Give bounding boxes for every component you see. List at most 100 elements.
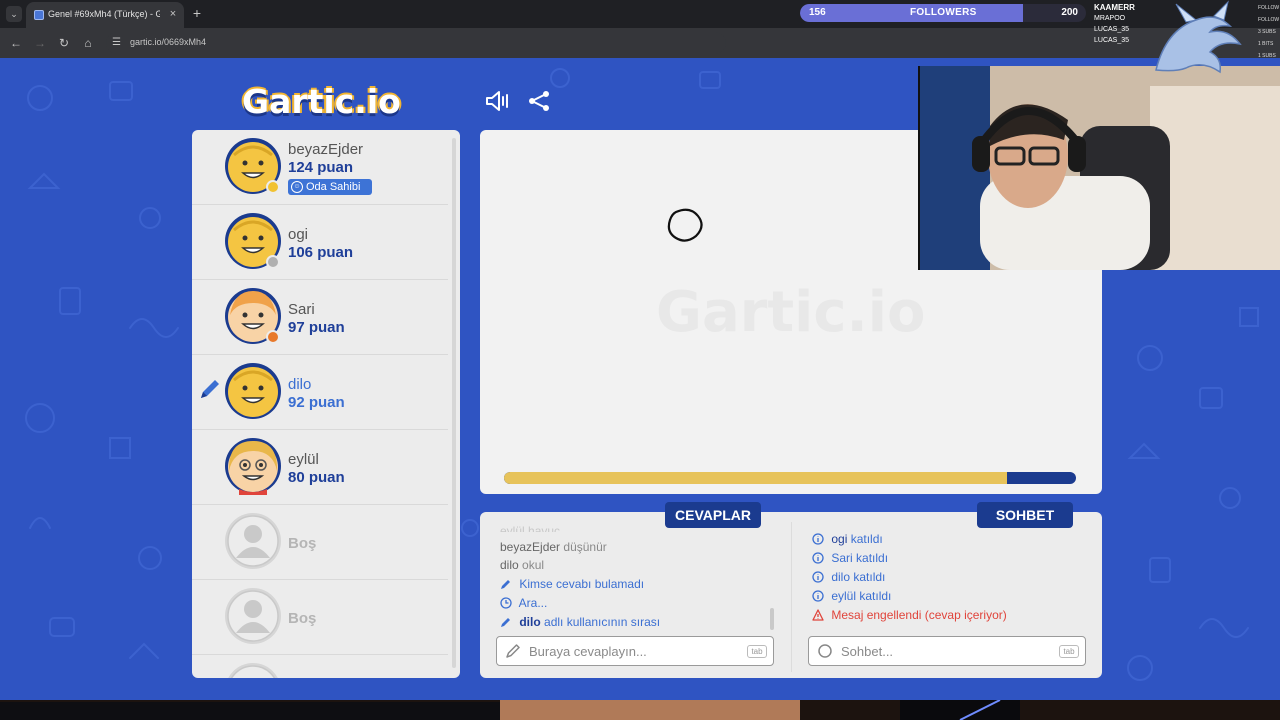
side-label: FOLLOW [1258, 17, 1280, 23]
followers-goal: 200 [1061, 7, 1078, 18]
message-text: okul [522, 558, 545, 572]
player-name: beyazEjder [288, 141, 364, 158]
empty-slot-label: Boş [288, 610, 317, 627]
players-scrollbar[interactable] [452, 138, 456, 668]
empty-slot: Boş [192, 505, 448, 580]
chat-text: katıldı [850, 532, 883, 546]
site-info-icon[interactable]: ☰ [112, 36, 126, 50]
player-name: eylül [288, 451, 319, 468]
empty-avatar-icon [225, 588, 281, 644]
players-panel: beyazEjder 124 puan ☺ Oda Sahibi ogi 106… [192, 130, 460, 678]
desk-camera-strip [0, 700, 1280, 720]
url-text: gartic.io/0669xMh4 [130, 37, 207, 47]
message-text: düşünür [563, 540, 607, 554]
answer-message: beyazEjder düşünür [500, 540, 607, 554]
answers-scrollbar[interactable] [770, 608, 774, 630]
info-icon [812, 533, 824, 545]
webcam-feed [920, 66, 1280, 270]
logo-text: Gartic.io [242, 82, 401, 121]
system-text: Kimse cevabı bulamadı [519, 577, 645, 591]
system-text: Ara... [518, 596, 548, 610]
tab-key-hint: tab [747, 645, 767, 658]
empty-avatar-icon [225, 513, 281, 569]
empty-slot-label: Boş [288, 535, 317, 552]
back-arrow-icon[interactable]: ← [8, 35, 24, 51]
keyboard-strip-image [0, 700, 1280, 720]
dragon-overlay-icon [1155, 0, 1242, 74]
browser-toolbar: ← → ↻ ⌂ ☰ gartic.io/0669xMh4 [0, 28, 1280, 58]
followers-label: FOLLOWERS [910, 7, 977, 18]
player-item[interactable]: ogi 106 puan [192, 205, 448, 280]
chat-message: eylül katıldı [812, 589, 891, 603]
system-message: Ara... [500, 596, 547, 610]
round-timer-fill [504, 472, 1008, 484]
side-label: 3 SUBS [1258, 29, 1276, 35]
empty-slot [192, 655, 448, 678]
player-item[interactable]: Sari 97 puan [192, 280, 448, 355]
chat-text: katıldı [859, 589, 892, 603]
followers-goal-bar: 156 FOLLOWERS 200 [800, 4, 1086, 22]
tab-close-button[interactable]: × [166, 7, 180, 21]
side-label: 1 BITS [1258, 41, 1274, 47]
system-message: Kimse cevabı bulamadı [500, 577, 644, 591]
answer-input[interactable] [529, 642, 729, 660]
player-item[interactable]: beyazEjder 124 puan ☺ Oda Sahibi [192, 130, 448, 205]
chat-user: eylül [831, 589, 857, 603]
answer-faded-line: eylül havuç [500, 524, 561, 532]
browser-tab[interactable]: Genel #69xMh4 (Türkçe) - Gartic × [26, 2, 184, 28]
avatar [225, 288, 281, 344]
chat-user: dilo [831, 570, 851, 584]
new-tab-button[interactable]: + [190, 6, 204, 20]
pencil-icon [501, 580, 510, 589]
clock-icon [500, 597, 512, 609]
tab-list-button[interactable]: ⌄ [6, 6, 22, 22]
tab-answers[interactable]: CEVAPLAR [665, 502, 761, 528]
drawing-stroke [667, 208, 703, 242]
empty-slot: Boş [192, 580, 448, 655]
chat-text: katıldı [853, 570, 886, 584]
home-icon[interactable]: ⌂ [80, 35, 96, 51]
avatar [225, 363, 281, 419]
address-bar[interactable]: ☰ gartic.io/0669xMh4 [106, 32, 726, 54]
pencil-icon [501, 618, 510, 627]
player-name: ogi [288, 226, 309, 243]
share-icon[interactable] [527, 90, 551, 112]
answer-input-box[interactable]: tab [496, 636, 774, 666]
tab-strip: ⌄ Genel #69xMh4 (Türkçe) - Gartic × + [0, 0, 1280, 28]
tab-chat[interactable]: SOHBET [977, 502, 1073, 528]
chat-bubble-icon [818, 644, 832, 658]
warning-text: Mesaj engellendi (cevap içeriyor) [831, 608, 1007, 622]
player-score: 97 puan [288, 319, 345, 336]
chat-message: ogi katıldı [812, 532, 883, 546]
info-icon [812, 571, 824, 583]
chat-input[interactable] [841, 642, 1041, 660]
chat-user: Sari [831, 551, 853, 565]
message-user: beyazEjder [500, 540, 561, 554]
chat-input-box[interactable]: tab [808, 636, 1086, 666]
forward-arrow-icon[interactable]: → [32, 35, 48, 51]
player-score: 124 puan [288, 159, 354, 176]
player-item-drawing[interactable]: dilo 92 puan [192, 355, 448, 430]
info-icon [812, 552, 824, 564]
browser-chrome: ⌄ Genel #69xMh4 (Türkçe) - Gartic × + ← … [0, 0, 1280, 58]
info-icon [812, 590, 824, 602]
followers-current: 156 [809, 7, 826, 18]
pencil-icon [201, 380, 219, 398]
tab-key-hint: tab [1059, 645, 1079, 658]
owner-badge-label: Oda Sahibi [306, 181, 361, 193]
chat-user: ogi [831, 532, 848, 546]
round-timer-bar [504, 472, 1076, 484]
player-name: dilo [288, 376, 312, 393]
player-item[interactable]: eylül 80 puan [192, 430, 448, 505]
avatar [225, 138, 281, 194]
message-user: dilo [500, 558, 519, 572]
reload-icon[interactable]: ↻ [56, 35, 72, 51]
answer-message: dilo okul [500, 558, 544, 572]
player-score: 80 puan [288, 469, 345, 486]
chat-text: katıldı [856, 551, 889, 565]
tab-title: Genel #69xMh4 (Türkçe) - Gartic [48, 9, 160, 19]
sound-icon[interactable] [485, 90, 509, 112]
chat-message: dilo katıldı [812, 570, 885, 584]
gartic-logo[interactable]: Gartic.io [242, 82, 414, 122]
player-name: Sari [288, 301, 315, 318]
